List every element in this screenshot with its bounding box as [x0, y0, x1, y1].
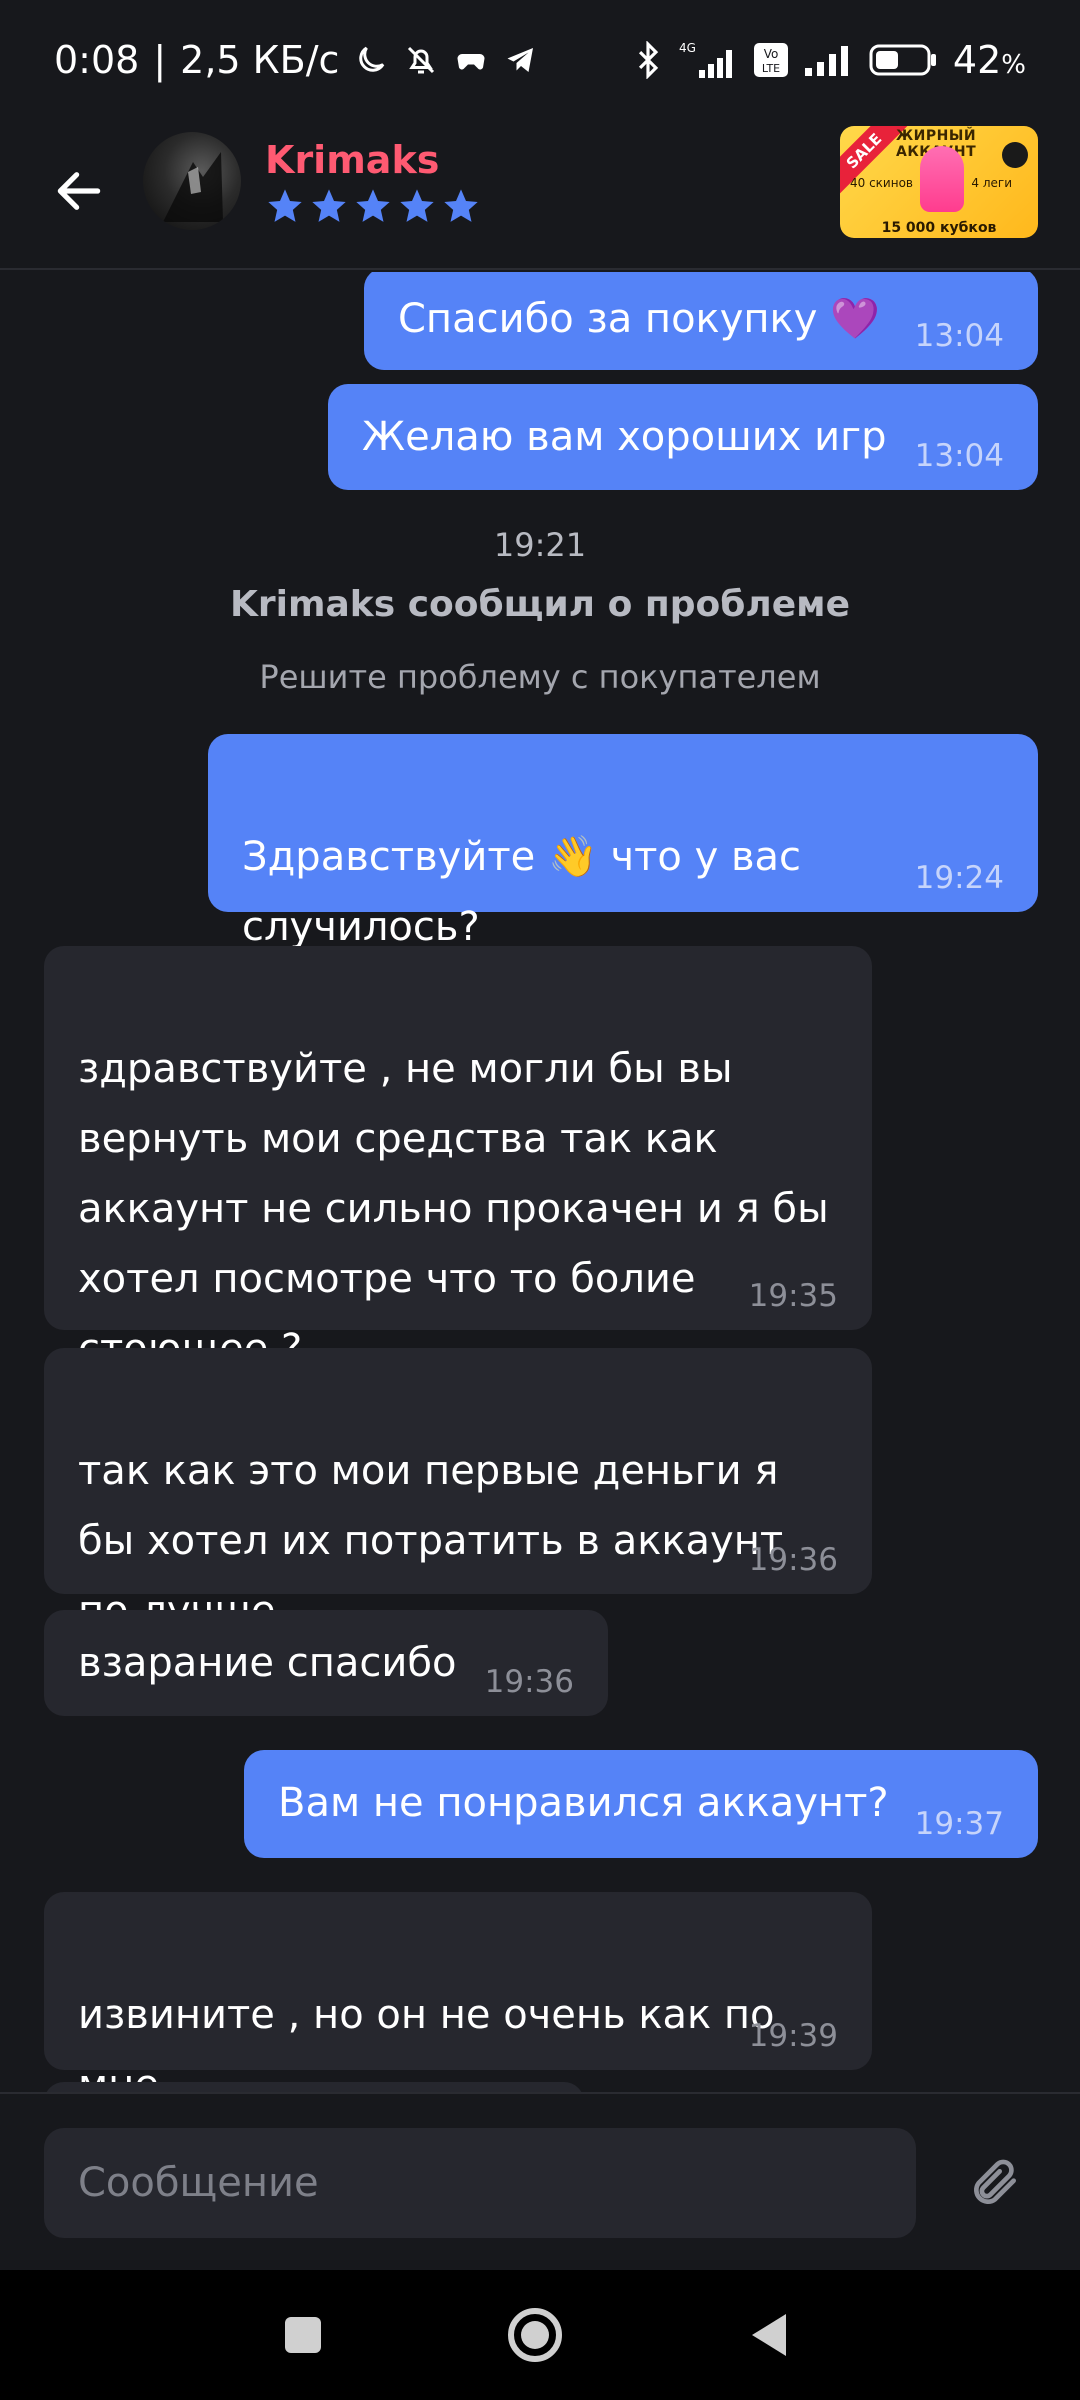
back-button[interactable]	[44, 156, 114, 226]
status-bar: 0:08 | 2,5 КБ/с 4G Vo LTE 42%	[0, 0, 1080, 120]
svg-text:LTE: LTE	[762, 62, 780, 75]
telegram-icon	[503, 42, 539, 78]
message-incoming[interactable]: извините , но он не очень как по мне 19:…	[44, 1892, 872, 2092]
message-input-placeholder: Сообщение	[78, 2160, 319, 2206]
network-type: 4G	[679, 41, 696, 55]
system-event-subtitle: Решите проблему с покупателем	[259, 658, 821, 696]
message-incoming[interactable]: так как это мои первые деньги я бы хотел…	[44, 1348, 872, 1634]
composer: Сообщение	[0, 2092, 1080, 2270]
star-icon	[312, 189, 346, 222]
back-triangle-icon	[752, 2314, 786, 2356]
lot-legs: 4 леги	[971, 176, 1012, 190]
user-name[interactable]: Krimaks	[265, 138, 439, 182]
lot-badge-icon	[1002, 142, 1028, 168]
lot-skins: 40 скинов	[850, 176, 913, 190]
message-outgoing[interactable]: Здравствуйте 👋 что у вас случилось? 19:2…	[208, 734, 1038, 950]
message-outgoing[interactable]: Спасибо за покупку 💜 13:04	[364, 272, 1038, 370]
volte-icon: Vo LTE	[753, 42, 789, 78]
battery-level: 42%	[952, 38, 1026, 82]
star-icon	[444, 189, 478, 222]
network-speed: 2,5 КБ/с	[180, 38, 340, 82]
message-incoming[interactable]: здравствуйте , не могли бы вы вернуть мо…	[44, 946, 872, 1372]
signal-icon: 4G	[677, 40, 739, 80]
gamepad-icon	[453, 42, 489, 78]
paperclip-icon	[974, 2159, 1016, 2204]
lot-cups: 15 000 кубков	[881, 220, 997, 236]
rating-stars	[265, 186, 481, 226]
svg-text:Vo: Vo	[764, 47, 779, 61]
chat-header: Krimaks SALE ЖИРНЫЙ АККАУНТ 40 скинов 4 …	[0, 120, 1080, 270]
message-incoming[interactable]: взарание спасибо 19:36	[44, 1610, 608, 1716]
back-nav-button[interactable]	[736, 2302, 802, 2368]
message-incoming-partial[interactable]	[44, 2082, 584, 2092]
home-button[interactable]	[502, 2302, 568, 2368]
system-event-time: 19:21	[493, 526, 587, 564]
home-circle-icon	[508, 2308, 562, 2362]
star-icon	[356, 189, 390, 222]
bell-off-icon	[403, 42, 439, 78]
back-arrow-icon	[57, 172, 101, 210]
status-left: 0:08 | 2,5 КБ/с	[54, 38, 539, 82]
avatar[interactable]	[143, 132, 241, 230]
chat-messages[interactable]: Спасибо за покупку 💜 13:04 Желаю вам хор…	[0, 272, 1080, 2092]
attach-button[interactable]	[960, 2148, 1030, 2218]
separator: |	[153, 38, 167, 82]
message-input[interactable]: Сообщение	[44, 2128, 916, 2238]
recents-button[interactable]	[270, 2302, 336, 2368]
message-outgoing[interactable]: Желаю вам хороших игр 13:04	[328, 384, 1038, 490]
recents-square-icon	[285, 2317, 321, 2353]
star-icon	[268, 189, 302, 222]
moon-icon	[353, 42, 389, 78]
system-event-title: Krimaks сообщил о проблеме	[230, 584, 850, 625]
system-nav-bar	[0, 2270, 1080, 2400]
status-right: 4G Vo LTE 42%	[633, 38, 1026, 82]
star-icon	[400, 189, 434, 222]
battery-icon	[869, 42, 939, 78]
lot-character-image	[920, 146, 964, 212]
signal-icon-2	[803, 42, 855, 78]
bluetooth-icon	[633, 41, 663, 79]
lot-thumbnail[interactable]: SALE ЖИРНЫЙ АККАУНТ 40 скинов 4 леги 15 …	[840, 126, 1038, 238]
clock: 0:08	[54, 38, 140, 82]
message-outgoing[interactable]: Вам не понравился аккаунт? 19:37	[244, 1750, 1038, 1858]
